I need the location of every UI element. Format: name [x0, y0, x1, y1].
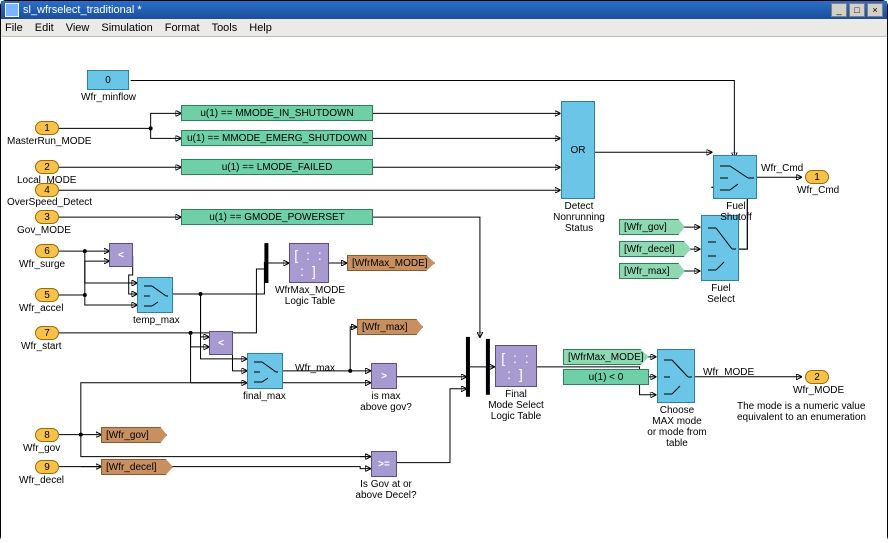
relop-lt-2[interactable]: <	[209, 331, 233, 355]
label-inport-7: Wfr_start	[21, 341, 62, 352]
from-wfr-decel[interactable]: [Wfr_decel]	[619, 241, 691, 257]
inport-4[interactable]: 4	[35, 183, 59, 197]
menu-file[interactable]: File	[5, 22, 23, 34]
switch-fuel-select[interactable]	[701, 215, 739, 281]
menu-tools[interactable]: Tools	[212, 22, 238, 34]
from-wfr-gov[interactable]: [Wfr_gov]	[619, 219, 685, 235]
constant-value: 0	[105, 75, 111, 86]
label-ismax: is max above gov?	[359, 391, 413, 413]
compare-gmode-powerset[interactable]: u(1) == GMODE_POWERSET	[181, 209, 373, 225]
outport-2[interactable]: 2	[805, 370, 829, 384]
inport-5[interactable]: 5	[35, 288, 59, 302]
signal-wfr-cmd: Wfr_Cmd	[761, 163, 803, 174]
signal-wfr-mode: Wfr_MODE	[703, 367, 754, 378]
switch-temp-max[interactable]	[137, 277, 173, 313]
label-fuel-select: Fuel Select	[703, 283, 739, 305]
label-inport-9: Wfr_decel	[19, 475, 64, 486]
inport-7[interactable]: 7	[35, 326, 59, 340]
goto-wfr-gov[interactable]: [Wfr_gov]	[101, 427, 167, 443]
label-inport-6: Wfr_surge	[19, 259, 65, 270]
maximize-button[interactable]: □	[849, 3, 865, 17]
close-button[interactable]: ×	[867, 3, 883, 17]
constant-wfr-minflow[interactable]: 0	[87, 70, 129, 90]
minimize-button[interactable]: _	[831, 3, 847, 17]
logic-table-wfrmax-mode[interactable]: [ : : : ]	[289, 243, 329, 283]
label-outport-2: Wfr_MODE	[793, 385, 844, 396]
label-wfrmax-mode: WfrMax_MODE Logic Table	[275, 285, 345, 307]
label-outport-1: Wfr_Cmd	[797, 185, 839, 196]
label-isgov: Is Gov at or above Decel?	[353, 479, 419, 501]
label-inport-5: Wfr_accel	[19, 303, 63, 314]
relop-lt-1[interactable]: <	[109, 243, 133, 267]
inport-2[interactable]: 2	[35, 160, 59, 174]
goto-wfr-max[interactable]: [Wfr_max]	[357, 319, 423, 335]
window-title: sl_wfrselect_traditional *	[23, 4, 142, 16]
inport-1[interactable]: 1	[35, 121, 59, 135]
inport-3[interactable]: 3	[35, 210, 59, 224]
relop-gte[interactable]: >=	[371, 451, 397, 477]
compare-mmode-in-shutdown[interactable]: u(1) == MMODE_IN_SHUTDOWN	[181, 105, 373, 121]
label-final-mode: Final Mode Select Logic Table	[485, 389, 547, 422]
compare-mmode-emerg-shutdown[interactable]: u(1) == MMODE_EMERG_SHUTDOWN	[181, 130, 373, 146]
goto-wfrmax-mode[interactable]: [WfrMax_MODE]	[347, 255, 435, 271]
annotation-mode-note: The mode is a numeric value equivalent t…	[737, 401, 877, 423]
logic-or[interactable]: OR	[561, 101, 595, 199]
outport-1[interactable]: 1	[805, 170, 829, 184]
goto-wfr-decel[interactable]: [Wfr_decel]	[101, 459, 173, 475]
logic-table-final-mode[interactable]: [ : : : ]	[495, 345, 537, 387]
label-temp-max: temp_max	[133, 315, 180, 326]
app-icon	[5, 3, 19, 17]
label-inport-8: Wfr_gov	[23, 443, 60, 454]
relop-gt[interactable]: >	[371, 363, 397, 389]
label-inport-3: Gov_MODE	[17, 225, 71, 236]
label-fuel-shutoff: Fuel Shutoff	[717, 201, 755, 223]
menu-view[interactable]: View	[66, 22, 90, 34]
label-inport-4: OverSpeed_Detect	[7, 197, 92, 208]
menu-help[interactable]: Help	[249, 22, 272, 34]
label-wfr-minflow: Wfr_minflow	[81, 92, 136, 103]
label-detect-status: Detect Nonrunning Status	[549, 201, 609, 234]
menu-simulation[interactable]: Simulation	[101, 22, 152, 34]
label-inport-1: MasterRun_MODE	[7, 136, 91, 147]
menubar: File Edit View Simulation Format Tools H…	[1, 19, 887, 37]
titlebar: sl_wfrselect_traditional * _ □ ×	[1, 1, 887, 19]
compare-u-lt-zero[interactable]: u(1) < 0	[563, 369, 649, 385]
menu-edit[interactable]: Edit	[35, 22, 54, 34]
inport-8[interactable]: 8	[35, 428, 59, 442]
from-wfr-max[interactable]: [Wfr_max]	[619, 263, 685, 279]
compare-lmode-failed[interactable]: u(1) == LMODE_FAILED	[181, 159, 373, 175]
signal-wfr-max: Wfr_max	[295, 363, 335, 374]
switch-fuel-shutoff[interactable]	[713, 155, 757, 199]
inport-9[interactable]: 9	[35, 460, 59, 474]
inport-6[interactable]: 6	[35, 244, 59, 258]
switch-choose-mode[interactable]	[657, 349, 695, 403]
from-wfrmax-mode[interactable]: [WfrMax_MODE]	[563, 349, 649, 365]
model-canvas[interactable]: 0 Wfr_minflow 1 MasterRun_MODE 2 Local_M…	[1, 37, 887, 543]
menu-format[interactable]: Format	[165, 22, 200, 34]
label-choose: Choose MAX mode or mode from table	[641, 405, 713, 449]
switch-final-max[interactable]	[247, 353, 283, 389]
label-final-max: final_max	[243, 391, 286, 402]
